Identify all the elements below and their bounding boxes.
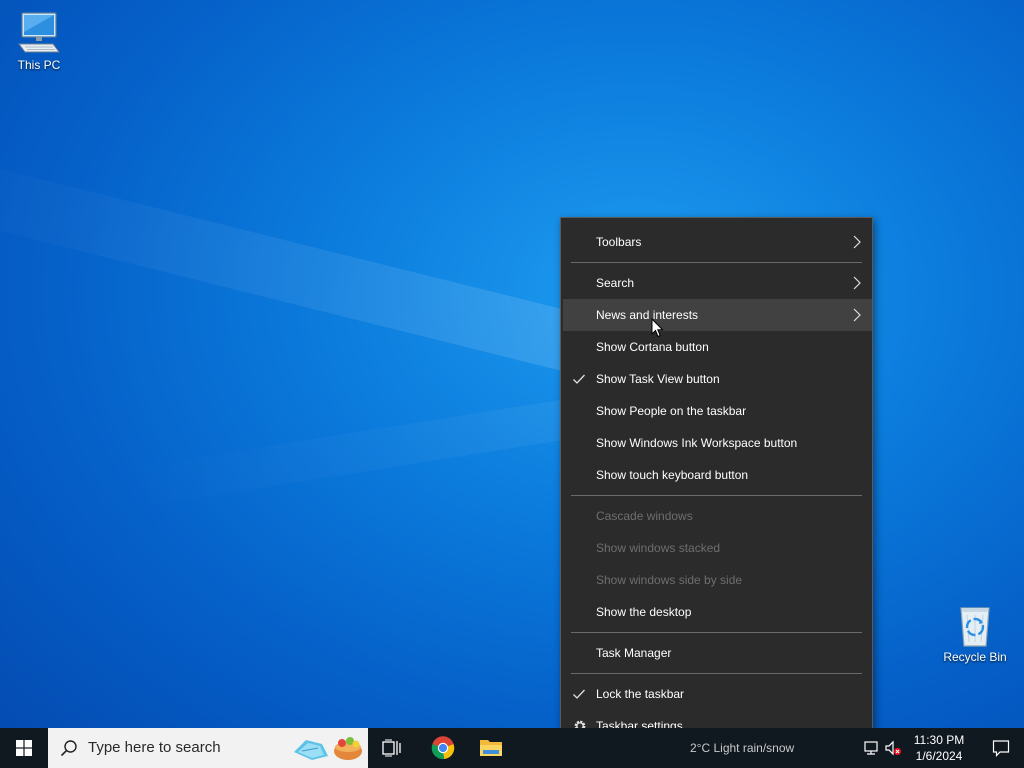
volume-muted-icon[interactable] (884, 739, 902, 757)
chrome-icon (431, 736, 455, 760)
desktop-icon-recycle-bin[interactable]: Recycle Bin (937, 602, 1013, 664)
menu-item-label: Search (596, 276, 635, 290)
notification-icon (992, 740, 1010, 757)
weather-widget[interactable]: 2°C Light rain/snow (690, 728, 794, 768)
menu-separator (571, 632, 862, 633)
menu-item-label: Show touch keyboard button (596, 468, 749, 482)
taskbar-clock[interactable]: 11:30 PM 1/6/2024 (905, 732, 973, 764)
checkmark-icon (573, 689, 585, 699)
menu-item-label: Cascade windows (596, 509, 693, 523)
menu-item-show-windows-side-by-side: Show windows side by side (563, 564, 872, 596)
task-view-button[interactable] (368, 728, 416, 768)
taskbar-context-menu: Toolbars Search News and interests Show … (560, 217, 873, 751)
menu-item-label: Toolbars (596, 235, 642, 249)
task-view-icon (382, 739, 401, 757)
menu-item-lock-the-taskbar[interactable]: Lock the taskbar (563, 678, 872, 710)
menu-item-task-manager[interactable]: Task Manager (563, 637, 872, 669)
chevron-right-icon (853, 308, 861, 322)
desktop-icon-this-pc[interactable]: This PC (1, 10, 77, 72)
network-icon[interactable] (862, 739, 880, 757)
menu-separator (571, 262, 862, 263)
menu-separator (571, 495, 862, 496)
menu-item-show-windows-ink[interactable]: Show Windows Ink Workspace button (563, 427, 872, 459)
menu-item-show-touch-keyboard[interactable]: Show touch keyboard button (563, 459, 872, 491)
menu-item-label: Lock the taskbar (596, 687, 685, 701)
chevron-right-icon (853, 235, 861, 249)
menu-item-show-windows-stacked: Show windows stacked (563, 532, 872, 564)
search-icon (60, 740, 77, 757)
menu-item-toolbars[interactable]: Toolbars (563, 226, 872, 258)
menu-item-label: Show windows stacked (596, 541, 721, 555)
start-button[interactable] (0, 728, 48, 768)
folder-icon (480, 740, 502, 756)
menu-item-label: News and interests (596, 308, 699, 322)
taskbar-app-file-explorer[interactable] (467, 728, 515, 768)
desktop-icon-label: Recycle Bin (943, 650, 1007, 664)
mouse-cursor-icon (651, 318, 664, 338)
checkmark-icon (573, 374, 585, 384)
chevron-right-icon (853, 276, 861, 290)
taskbar-app-chrome[interactable] (419, 728, 467, 768)
menu-item-label: Show windows side by side (596, 573, 743, 587)
clock-date: 1/6/2024 (915, 749, 963, 763)
desktop-icon-label: This PC (17, 58, 61, 72)
menu-item-search[interactable]: Search (563, 267, 872, 299)
menu-item-label: Show People on the taskbar (596, 404, 747, 418)
menu-item-cascade-windows: Cascade windows (563, 500, 872, 532)
windows-logo-icon (16, 740, 32, 756)
menu-item-show-task-view-button[interactable]: Show Task View button (563, 363, 872, 395)
menu-item-label: Task Manager (596, 646, 672, 660)
menu-item-show-the-desktop[interactable]: Show the desktop (563, 596, 872, 628)
menu-item-label: Show Windows Ink Workspace button (596, 436, 798, 450)
menu-item-show-people[interactable]: Show People on the taskbar (563, 395, 872, 427)
menu-item-label: Show Task View button (596, 372, 720, 386)
menu-item-news-and-interests[interactable]: News and interests (563, 299, 872, 331)
taskbar[interactable]: Type here to search 2°C Light rain/snow … (0, 728, 1024, 768)
menu-item-show-cortana-button[interactable]: Show Cortana button (563, 331, 872, 363)
action-center-button[interactable] (978, 728, 1024, 768)
search-placeholder: Type here to search (88, 739, 221, 756)
clock-time: 11:30 PM (913, 733, 965, 747)
recycle-bin-icon (960, 607, 990, 647)
computer-icon (18, 12, 60, 53)
menu-item-label: Show the desktop (596, 605, 692, 619)
search-highlight-illustration-icon (294, 737, 362, 760)
taskbar-search-box[interactable]: Type here to search (48, 728, 368, 768)
menu-separator (571, 673, 862, 674)
